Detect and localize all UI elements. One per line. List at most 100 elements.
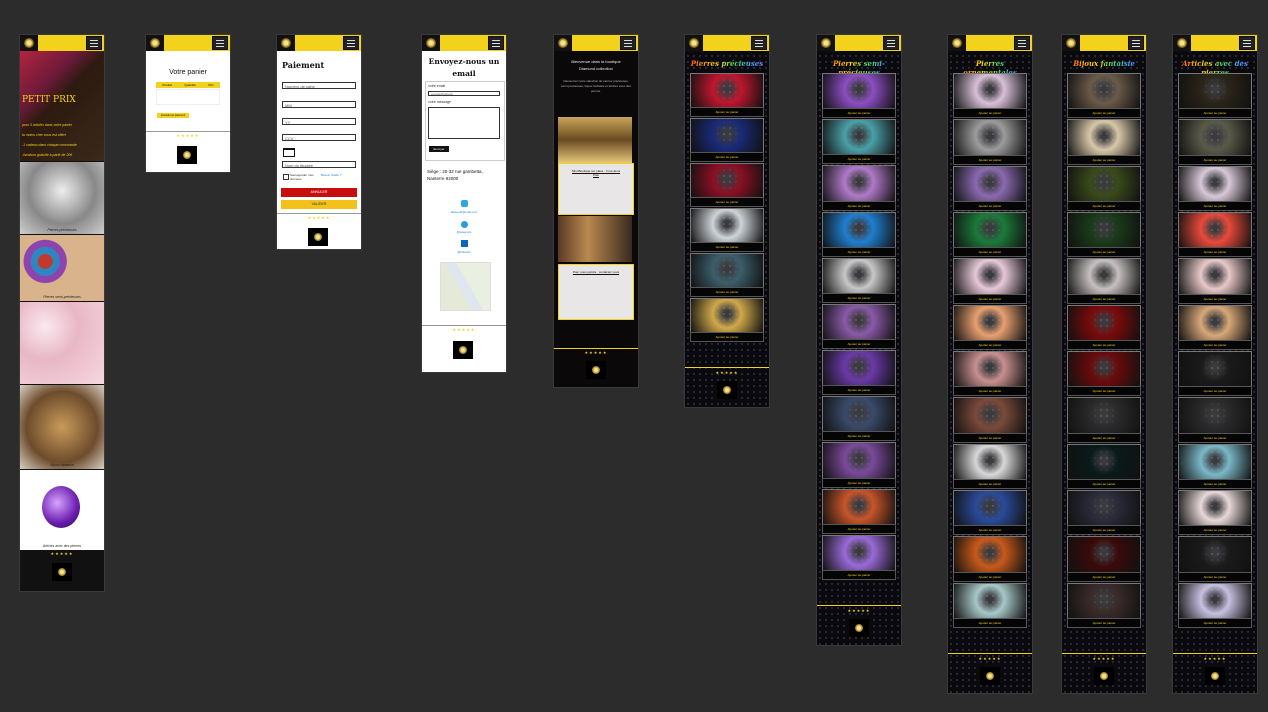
product-image[interactable] [1178, 165, 1252, 202]
hamburger-menu-icon[interactable] [1128, 36, 1144, 50]
add-to-cart-button[interactable]: Ajouter au panier [1067, 340, 1141, 350]
add-to-cart-button[interactable]: Ajouter au panier [953, 571, 1027, 582]
add-to-cart-button[interactable]: Ajouter au panier [1178, 386, 1252, 397]
hamburger-menu-icon[interactable] [212, 36, 228, 50]
add-to-cart-button[interactable]: Ajouter au panier [822, 570, 896, 580]
diamond-logo-icon[interactable] [1066, 38, 1076, 48]
product-image[interactable] [822, 350, 896, 387]
hamburger-menu-icon[interactable] [1239, 36, 1255, 50]
map-image[interactable] [440, 262, 491, 311]
add-to-cart-button[interactable]: Ajouter au panier [690, 152, 764, 162]
add-to-cart-button[interactable]: Ajouter au panier [1178, 247, 1252, 258]
message-textarea[interactable] [428, 107, 500, 139]
diamond-logo-icon[interactable] [426, 38, 436, 48]
hamburger-menu-icon[interactable] [620, 36, 636, 50]
product-image[interactable] [1067, 212, 1141, 249]
hamburger-menu-icon[interactable] [1014, 36, 1030, 50]
telegram-link[interactable]: @telegram [422, 230, 506, 234]
diamond-logo-icon[interactable] [821, 38, 831, 48]
mail-link[interactable]: diamond@mail.com [422, 210, 506, 214]
product-image[interactable] [1067, 165, 1141, 202]
diamond-logo-icon[interactable] [281, 38, 291, 48]
add-to-cart-button[interactable]: Ajouter au panier [822, 385, 896, 396]
linkedin-icon[interactable] [461, 240, 468, 247]
product-image[interactable] [1067, 397, 1141, 434]
product-image[interactable] [953, 490, 1027, 527]
help-link[interactable]: Besoin d'aide ? [321, 173, 341, 177]
product-image[interactable] [822, 396, 896, 433]
add-to-cart-button[interactable]: Ajouter au panier [690, 332, 764, 342]
product-image[interactable] [690, 73, 764, 108]
add-to-cart-button[interactable]: Ajouter au panier [690, 197, 764, 207]
product-image[interactable] [1178, 351, 1252, 388]
add-to-cart-button[interactable]: Ajouter au panier [1067, 571, 1141, 582]
product-image[interactable] [690, 163, 764, 198]
save-checkbox[interactable] [283, 174, 289, 180]
product-image[interactable] [953, 258, 1027, 295]
category-card-rose[interactable] [20, 302, 104, 384]
product-image[interactable] [1178, 582, 1252, 619]
hamburger-menu-icon[interactable] [751, 36, 767, 50]
hamburger-menu-icon[interactable] [343, 36, 359, 50]
diamond-logo-icon[interactable] [24, 38, 34, 48]
category-card-semi[interactable]: Pierres semi-précieuses [20, 235, 104, 301]
email-input[interactable]: exemple@mail.com [428, 91, 500, 96]
ccv-input[interactable]: CCV [282, 134, 356, 141]
submit-button[interactable]: Envoyer [429, 146, 449, 152]
product-image[interactable] [1178, 73, 1252, 110]
add-to-cart-button[interactable]: Ajouter au panier [822, 200, 896, 211]
linkedin-link[interactable]: @linkedin [422, 250, 506, 254]
add-to-cart-button[interactable]: Ajouter au panier [822, 292, 896, 303]
product-image[interactable] [953, 119, 1027, 156]
add-to-cart-button[interactable]: Ajouter au panier [1178, 293, 1252, 304]
add-to-cart-button[interactable]: Ajouter au panier [1178, 618, 1252, 628]
product-image[interactable] [822, 534, 896, 571]
add-to-cart-button[interactable]: Ajouter au panier [1067, 618, 1141, 628]
add-to-cart-button[interactable]: Ajouter au panier [953, 108, 1027, 119]
hamburger-menu-icon[interactable] [488, 36, 504, 50]
add-to-cart-button[interactable]: Ajouter au panier [822, 339, 896, 350]
add-to-cart-button[interactable]: Ajouter au panier [1067, 479, 1141, 489]
add-to-cart-button[interactable]: Ajouter au panier [1178, 479, 1252, 489]
validate-button[interactable]: VALIDER [281, 200, 357, 209]
add-to-cart-button[interactable]: Ajouter au panier [1178, 154, 1252, 165]
add-to-cart-button[interactable]: Ajouter au panier [953, 432, 1027, 443]
add-to-cart-button[interactable]: Ajouter au panier [1067, 293, 1141, 304]
product-image[interactable] [1178, 397, 1252, 434]
diamond-logo-icon[interactable] [952, 38, 962, 48]
product-image[interactable] [822, 165, 896, 202]
product-image[interactable] [1067, 351, 1141, 388]
diamond-logo-icon[interactable] [689, 38, 699, 48]
product-image[interactable] [822, 442, 896, 479]
product-image[interactable] [1178, 258, 1252, 295]
add-to-cart-button[interactable]: Ajouter au panier [1178, 108, 1252, 119]
add-to-cart-button[interactable]: Ajouter au panier [1067, 247, 1141, 258]
hamburger-menu-icon[interactable] [86, 36, 102, 50]
product-image[interactable] [822, 73, 896, 110]
diamond-logo-icon[interactable] [1177, 38, 1187, 48]
product-image[interactable] [953, 165, 1027, 202]
add-to-cart-button[interactable]: Ajouter au panier [822, 523, 896, 534]
product-image[interactable] [953, 73, 1027, 110]
add-to-cart-button[interactable]: Ajouter au panier [953, 247, 1027, 258]
add-to-cart-button[interactable]: Ajouter au panier [1178, 201, 1252, 211]
product-image[interactable] [690, 253, 764, 288]
add-to-cart-button[interactable]: Ajouter au panier [1067, 108, 1141, 119]
product-image[interactable] [953, 397, 1027, 434]
hamburger-menu-icon[interactable] [883, 36, 899, 50]
add-to-cart-button[interactable]: Ajouter au panier [953, 340, 1027, 350]
add-to-cart-button[interactable]: Ajouter au panier [1178, 432, 1252, 443]
add-to-cart-button[interactable]: Ajouter au panier [953, 386, 1027, 397]
product-image[interactable] [1067, 443, 1141, 480]
card-number-input[interactable]: Numéro de carte [282, 82, 356, 89]
add-to-cart-button[interactable]: Ajouter au panier [1178, 525, 1252, 536]
add-to-cart-button[interactable]: Ajouter au panier [690, 287, 764, 297]
product-image[interactable] [953, 536, 1027, 573]
add-to-cart-button[interactable]: Ajouter au panier [822, 154, 896, 165]
product-image[interactable] [953, 351, 1027, 388]
product-image[interactable] [822, 211, 896, 248]
telegram-icon[interactable] [461, 221, 468, 228]
add-to-cart-button[interactable]: Ajouter au panier [953, 479, 1027, 489]
product-image[interactable] [953, 212, 1027, 249]
month-input[interactable]: MM [282, 101, 356, 108]
